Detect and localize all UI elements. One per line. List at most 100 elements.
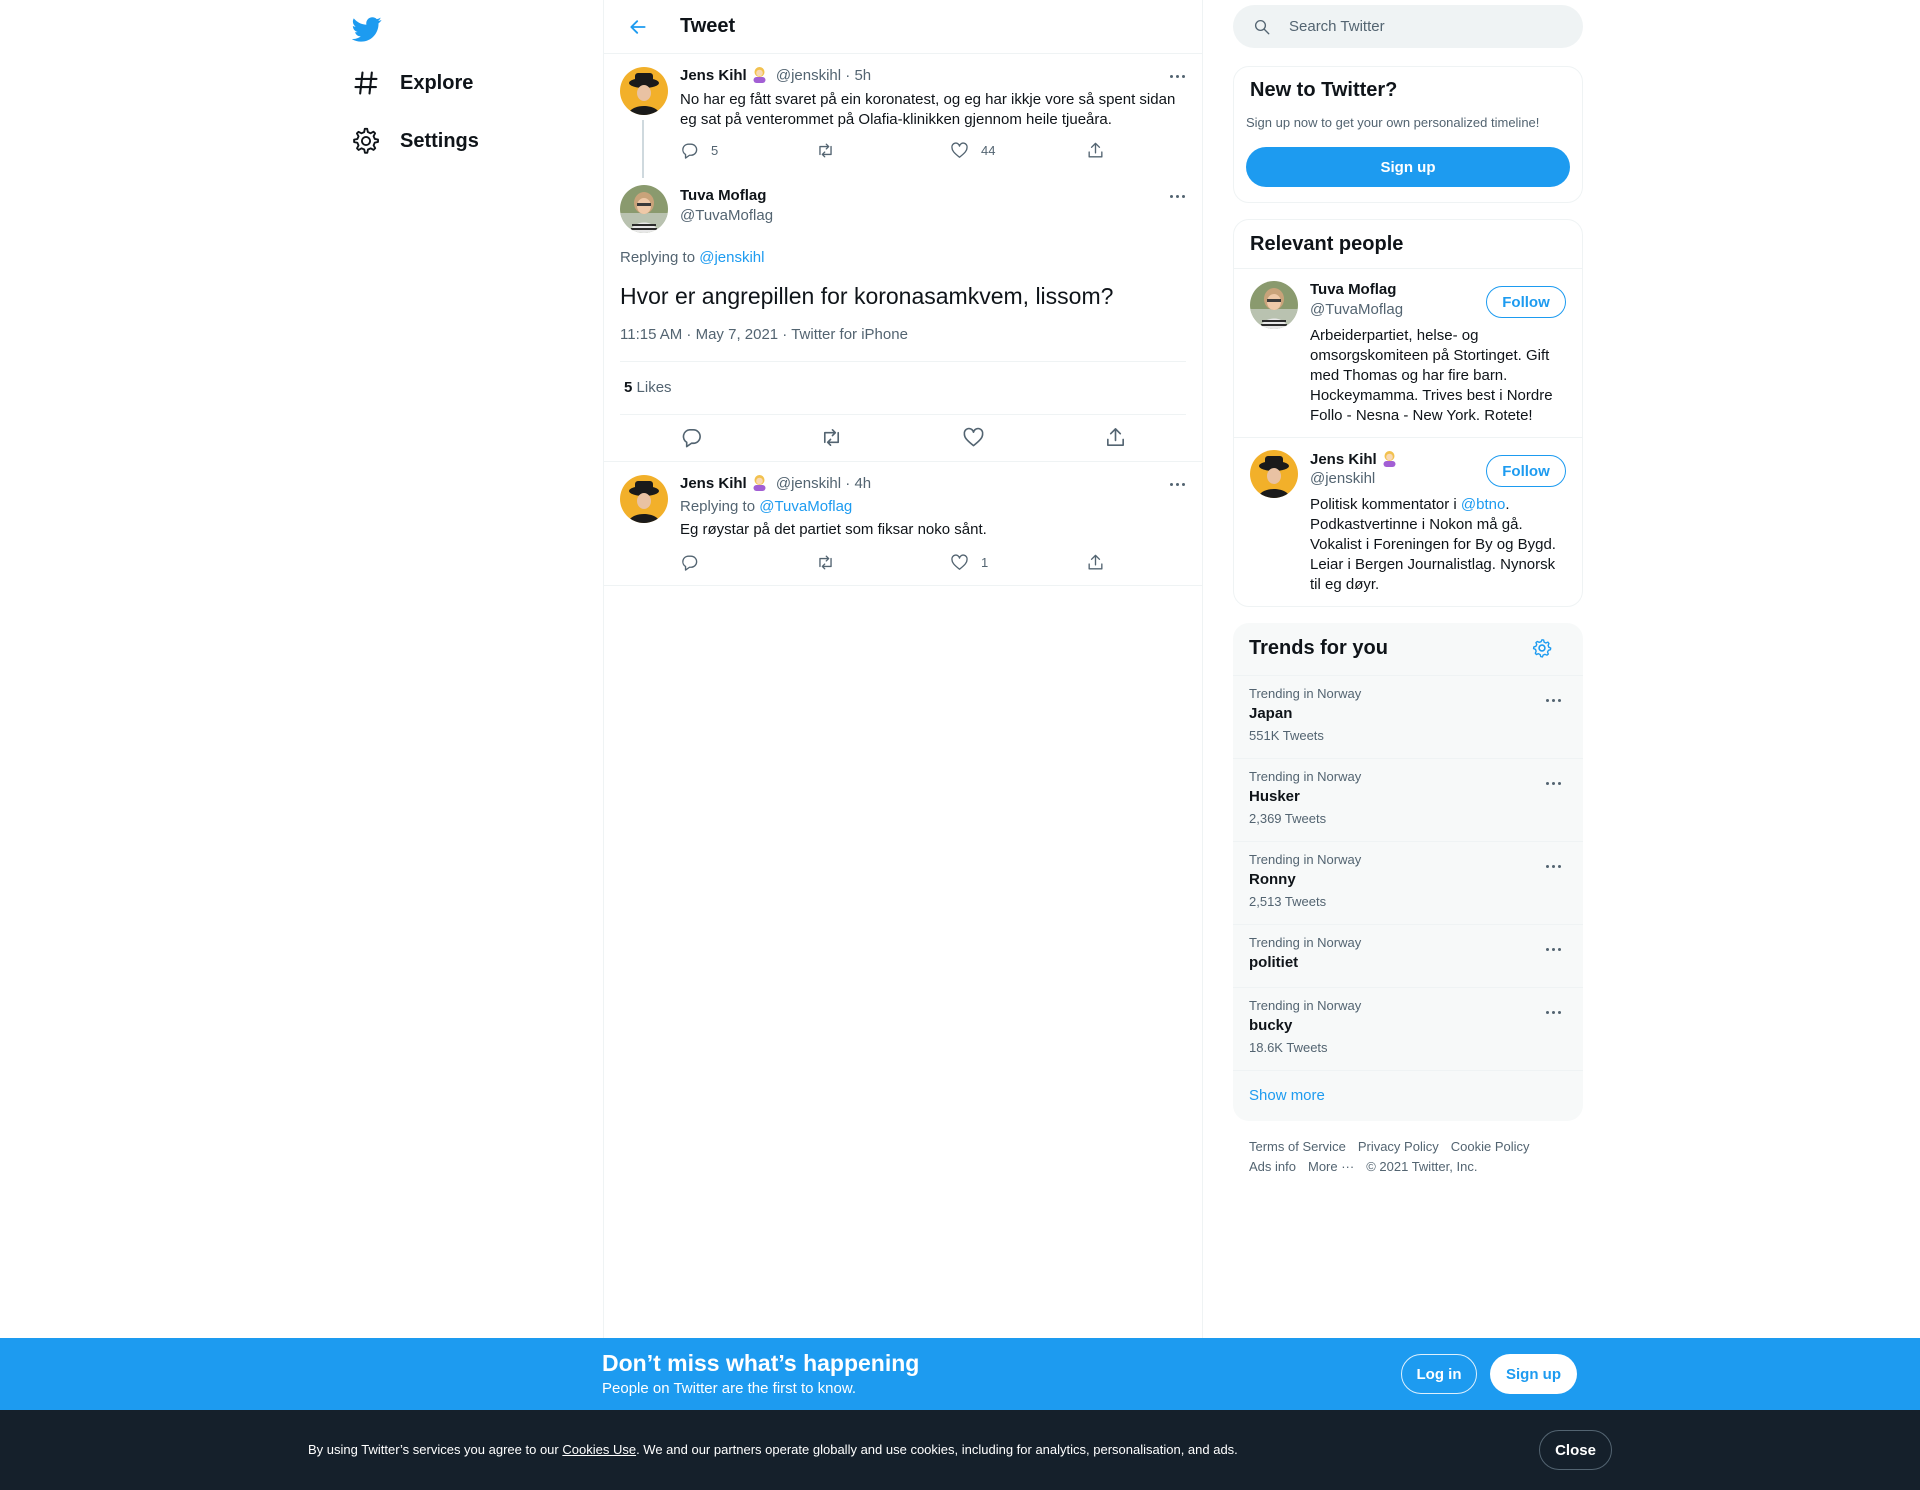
person-name[interactable]: Tuva Moflag	[1310, 281, 1396, 298]
replying-mention-link[interactable]: @jenskihl	[699, 249, 764, 266]
search-input[interactable]	[1289, 18, 1569, 35]
more-options-icon[interactable]	[1162, 474, 1192, 494]
reply-count: 5	[711, 143, 719, 158]
more-options-icon[interactable]	[1538, 939, 1568, 959]
like-button[interactable]: 44	[950, 141, 995, 160]
trend-context: Trending in Norway	[1249, 998, 1362, 1013]
card-title: New to Twitter?	[1250, 79, 1398, 101]
more-options-icon[interactable]	[1538, 773, 1568, 793]
more-options-icon[interactable]	[1538, 690, 1568, 710]
trend-name: Ronny	[1249, 871, 1296, 888]
avatar-tuva-moflag[interactable]	[620, 185, 668, 233]
divider	[620, 361, 1186, 362]
retweet-button[interactable]	[820, 426, 843, 449]
person-handle[interactable]: @TuvaMoflag	[1310, 301, 1403, 318]
trend-count: 2,513 Tweets	[1249, 894, 1327, 909]
log-in-button[interactable]: Log in	[1401, 1354, 1477, 1394]
follow-button[interactable]: Follow	[1486, 455, 1566, 487]
banner-subtitle: People on Twitter are the first to know.	[602, 1380, 857, 1397]
author-handle[interactable]: @jenskihl	[776, 67, 841, 84]
trend-item[interactable]: Trending in Norway Husker 2,369 Tweets	[1233, 758, 1583, 841]
more-options-icon[interactable]	[1538, 856, 1568, 876]
author-handle[interactable]: @jenskihl	[776, 475, 841, 492]
avatar-tuva-moflag[interactable]	[1250, 281, 1298, 329]
heart-icon	[951, 142, 968, 158]
tweet-time[interactable]: · 5h	[845, 67, 871, 84]
tweet-text: Hvor er angrepillen for koronasamkvem, l…	[620, 283, 1114, 309]
nav-item-explore[interactable]: Explore	[348, 58, 483, 108]
show-more-link[interactable]: Show more	[1233, 1070, 1583, 1121]
cookie-text-suffix: . We and our partners operate globally a…	[636, 1442, 1238, 1457]
tweet-time[interactable]: · 4h	[845, 475, 871, 492]
reply-button[interactable]	[680, 426, 703, 449]
sign-up-button[interactable]: Sign up	[1246, 147, 1570, 187]
close-button[interactable]: Close	[1539, 1430, 1612, 1470]
person-handle[interactable]: @jenskihl	[1310, 470, 1375, 487]
avatar-jens-kihl[interactable]	[620, 67, 668, 115]
emoji-woman-icon	[1381, 450, 1398, 467]
author-handle[interactable]: @TuvaMoflag	[680, 207, 773, 224]
cookies-use-link[interactable]: Cookies Use	[562, 1442, 636, 1457]
nav-item-settings[interactable]: Settings	[348, 116, 489, 166]
cookie-text-prefix: By using Twitter’s services you agree to…	[308, 1442, 563, 1457]
trend-item[interactable]: Trending in Norway Japan 551K Tweets	[1233, 675, 1583, 758]
heart-icon	[951, 554, 968, 570]
sign-up-button[interactable]: Sign up	[1490, 1354, 1577, 1394]
likes-count: 5	[624, 379, 633, 396]
retweet-button[interactable]	[816, 141, 835, 160]
person-bio: Arbeiderpartiet, helse- og omsorgskomite…	[1310, 327, 1553, 424]
more-options-icon[interactable]	[1162, 186, 1192, 206]
share-icon	[1088, 554, 1103, 570]
ads-info-link[interactable]: Ads info	[1249, 1159, 1296, 1174]
reply-icon	[682, 555, 698, 571]
banner-title: Don’t miss what’s happening	[602, 1350, 920, 1376]
new-to-twitter-card: New to Twitter? Sign up now to get your …	[1233, 66, 1583, 203]
tweet-text: No har eg fått svaret på ein koronatest,…	[680, 91, 1176, 128]
follow-button[interactable]: Follow	[1486, 286, 1566, 318]
likes-summary[interactable]: 5 Likes	[624, 379, 672, 396]
person-name-row: Jens Kihl	[1310, 450, 1398, 468]
trends-settings-button[interactable]	[1531, 637, 1555, 661]
replying-to: Replying to @jenskihl	[620, 249, 764, 266]
more-link[interactable]: More ···	[1308, 1159, 1354, 1174]
back-button[interactable]	[620, 9, 656, 45]
trend-context: Trending in Norway	[1249, 686, 1362, 701]
like-button[interactable]: 1	[950, 553, 988, 572]
terms-link[interactable]: Terms of Service	[1249, 1139, 1346, 1154]
more-options-icon[interactable]	[1162, 66, 1192, 86]
twitter-logo-icon[interactable]	[348, 10, 386, 48]
hashtag-icon	[354, 71, 378, 95]
nav-label-settings: Settings	[400, 129, 479, 152]
tweet-meta[interactable]: 11:15 AM · May 7, 2021 · Twitter for iPh…	[620, 326, 908, 343]
share-button[interactable]	[1086, 141, 1105, 160]
cookie-policy-link[interactable]: Cookie Policy	[1451, 1139, 1530, 1154]
trend-item[interactable]: Trending in Norway bucky 18.6K Tweets	[1233, 987, 1583, 1070]
replying-mention-link[interactable]: @TuvaMoflag	[759, 498, 852, 515]
person-name[interactable]: Jens Kihl	[1310, 451, 1377, 468]
like-button[interactable]	[962, 426, 985, 449]
more-options-icon[interactable]	[1538, 1002, 1568, 1022]
person-item[interactable]: Jens Kihl @jenskihl Follow Politisk komm…	[1234, 438, 1582, 606]
reply-tweet[interactable]: Jens Kihl @jenskihl · 4h Replying to @Tu…	[604, 462, 1202, 586]
author-name[interactable]: Jens Kihl	[680, 475, 747, 492]
parent-tweet[interactable]: Jens Kihl @jenskihl · 5h No har eg fått …	[604, 54, 1202, 178]
avatar-jens-kihl[interactable]	[1250, 450, 1298, 498]
author-name[interactable]: Jens Kihl	[680, 67, 747, 84]
privacy-link[interactable]: Privacy Policy	[1358, 1139, 1439, 1154]
author-name[interactable]: Tuva Moflag	[680, 187, 766, 204]
person-item[interactable]: Tuva Moflag @TuvaMoflag Follow Arbeiderp…	[1234, 269, 1582, 437]
trend-item[interactable]: Trending in Norway politiet	[1233, 924, 1583, 987]
share-button[interactable]	[1086, 553, 1105, 572]
reply-button[interactable]: 5	[680, 141, 718, 160]
bio-mention-link[interactable]: @btno	[1461, 496, 1505, 513]
divider	[620, 414, 1186, 415]
gear-icon	[1532, 639, 1552, 658]
retweet-button[interactable]	[816, 553, 835, 572]
avatar-jens-kihl[interactable]	[620, 475, 668, 523]
trend-item[interactable]: Trending in Norway Ronny 2,513 Tweets	[1233, 841, 1583, 924]
reply-button[interactable]	[680, 553, 699, 572]
search-box[interactable]	[1233, 5, 1583, 48]
share-button[interactable]	[1104, 426, 1127, 449]
replying-to: Replying to @TuvaMoflag	[680, 498, 852, 515]
tweet-column: Tweet Jens Kihl @jenskihl · 5h No har eg…	[603, 0, 1203, 1340]
